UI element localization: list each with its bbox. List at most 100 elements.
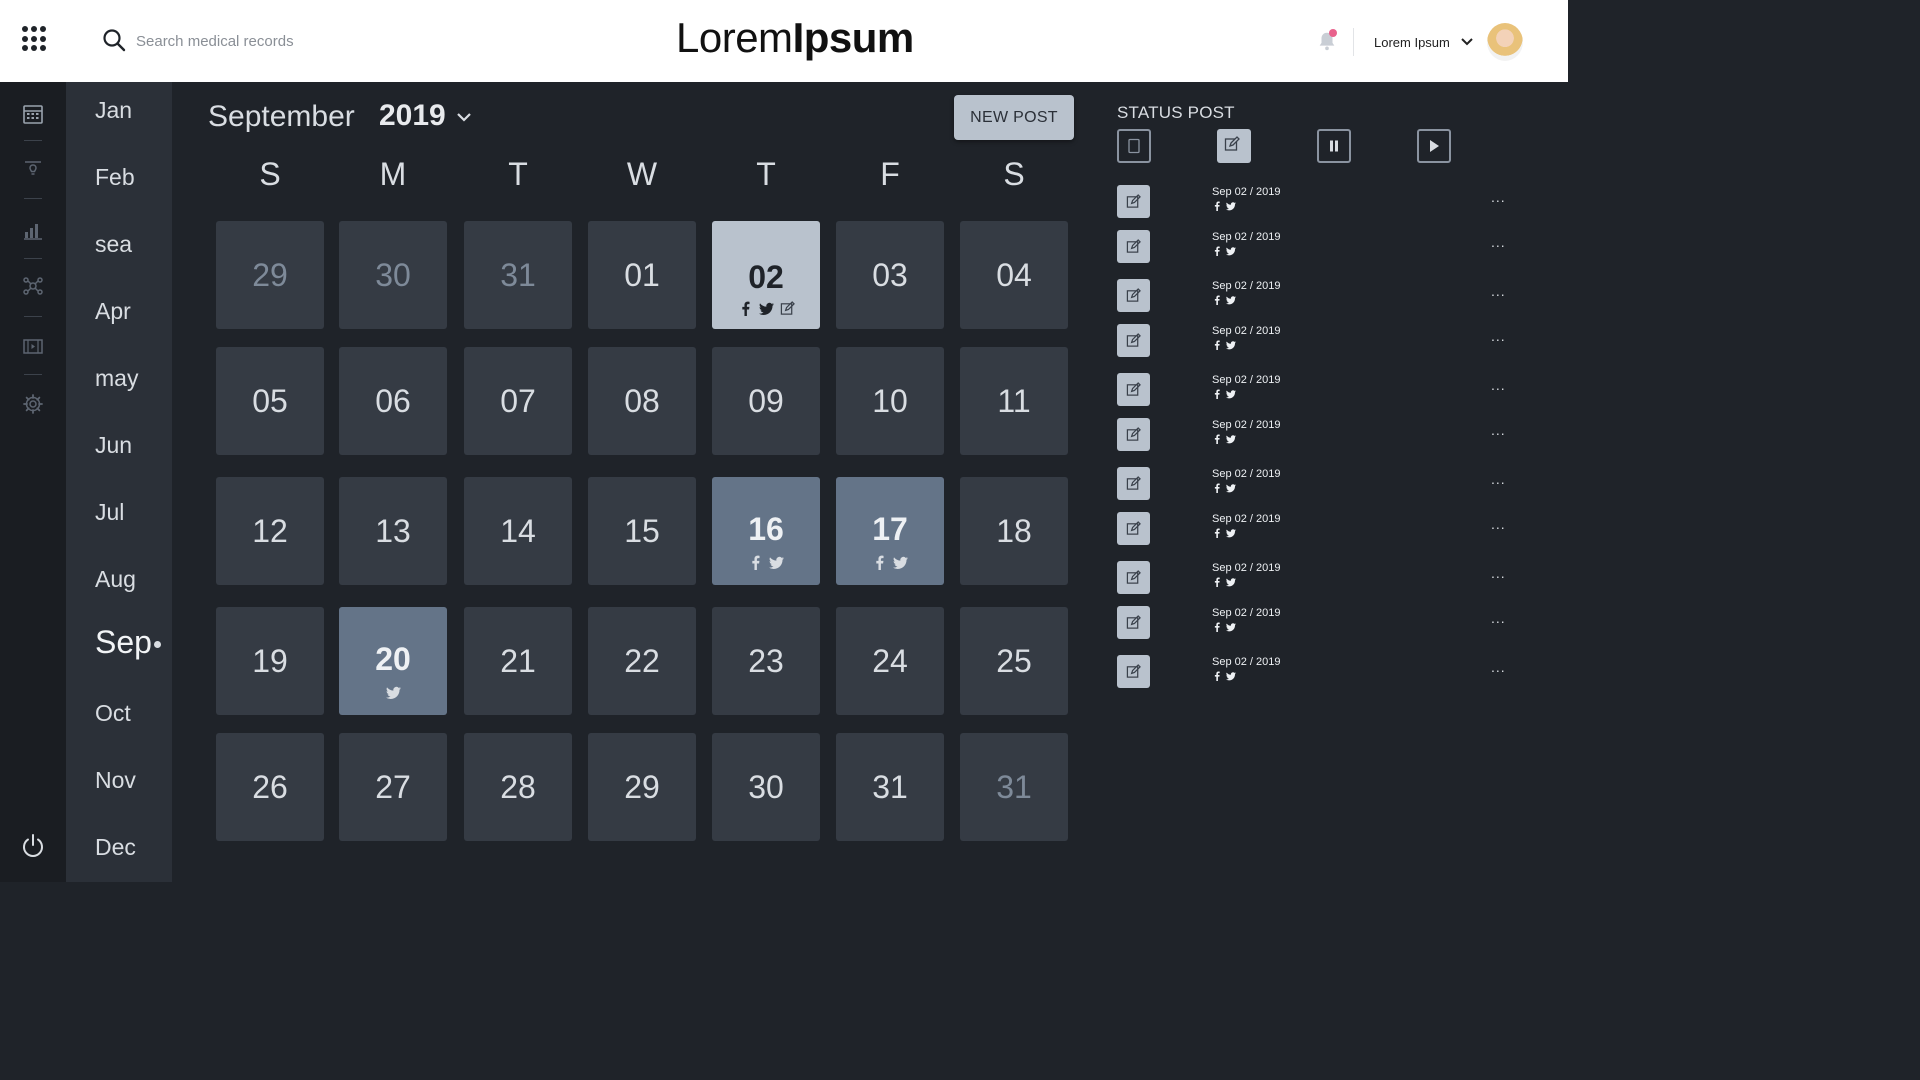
post-edit-button[interactable] [1117, 467, 1150, 500]
post-date: Sep 02 / 2019 [1212, 280, 1281, 292]
search-input[interactable] [136, 28, 436, 54]
calendar-day-cell[interactable]: 28 [464, 733, 572, 841]
calendar-day-cell[interactable]: 24 [836, 607, 944, 715]
post-edit-button[interactable] [1117, 230, 1150, 263]
post-edit-button[interactable] [1117, 418, 1150, 451]
more-options-button[interactable]: ... [1491, 516, 1506, 532]
post-edit-button[interactable] [1117, 655, 1150, 688]
month-item-apr[interactable]: Apr [95, 298, 131, 325]
calendar-day-cell[interactable]: 03 [836, 221, 944, 329]
calendar-day-cell[interactable]: 16 [712, 477, 820, 585]
more-options-button[interactable]: ... [1491, 234, 1506, 250]
calendar-day-cell[interactable]: 29 [216, 221, 324, 329]
calendar-day-cell[interactable]: 31 [464, 221, 572, 329]
chevron-down-icon[interactable] [455, 110, 473, 124]
calendar-day-cell[interactable]: 02 [712, 221, 820, 329]
month-item-feb[interactable]: Feb [95, 164, 135, 191]
post-date: Sep 02 / 2019 [1212, 562, 1281, 574]
power-icon[interactable] [19, 832, 47, 860]
more-options-button[interactable]: ... [1491, 565, 1506, 581]
network-icon[interactable] [21, 274, 45, 298]
more-options-button[interactable]: ... [1491, 610, 1506, 626]
calendar-day-cell[interactable]: 25 [960, 607, 1068, 715]
calendar-day-cell[interactable]: 04 [960, 221, 1068, 329]
month-item-aug[interactable]: Aug [95, 566, 136, 593]
calendar-day-cell[interactable]: 19 [216, 607, 324, 715]
month-item-sea[interactable]: sea [95, 231, 132, 258]
post-edit-button[interactable] [1117, 606, 1150, 639]
calendar-day-cell[interactable]: 01 [588, 221, 696, 329]
calendar-day-cell[interactable]: 22 [588, 607, 696, 715]
pause-filter-button[interactable] [1317, 129, 1351, 163]
calendar-day-cell[interactable]: 06 [339, 347, 447, 455]
facebook-icon [752, 555, 760, 570]
apps-grid-icon[interactable] [22, 26, 48, 52]
user-name[interactable]: Lorem Ipsum [1374, 35, 1450, 50]
calendar-icon[interactable] [21, 102, 45, 126]
calendar-day-cell[interactable]: 15 [588, 477, 696, 585]
month-list: Jan Feb sea Apr may Jun Jul Aug Sep Oct Nov Dec [66, 82, 172, 882]
logo-bold-text: Ipsum [792, 14, 915, 61]
calendar-day-cell[interactable]: 17 [836, 477, 944, 585]
play-filter-button[interactable] [1417, 129, 1451, 163]
calendar-day-cell[interactable]: 10 [836, 347, 944, 455]
more-options-button[interactable]: ... [1491, 189, 1506, 205]
calendar-day-cell[interactable]: 13 [339, 477, 447, 585]
month-item-sep[interactable]: Sep [95, 624, 152, 661]
month-item-jun[interactable]: Jun [95, 432, 132, 459]
gear-icon[interactable] [21, 392, 45, 416]
day-number: 13 [375, 513, 411, 549]
calendar-day-cell[interactable]: 26 [216, 733, 324, 841]
more-options-button[interactable]: ... [1491, 422, 1506, 438]
month-item-jan[interactable]: Jan [95, 97, 132, 124]
new-post-button[interactable]: NEW POST [954, 95, 1074, 140]
twitter-icon [1226, 623, 1236, 632]
facebook-icon [1214, 201, 1220, 211]
calendar-day-cell[interactable]: 09 [712, 347, 820, 455]
chevron-down-icon[interactable] [1460, 36, 1474, 48]
calendar-day-cell[interactable]: 23 [712, 607, 820, 715]
more-options-button[interactable]: ... [1491, 283, 1506, 299]
edit-filter-button[interactable] [1217, 129, 1251, 163]
post-edit-button[interactable] [1117, 373, 1150, 406]
calendar-day-cell[interactable]: 07 [464, 347, 572, 455]
month-item-oct[interactable]: Oct [95, 700, 131, 727]
month-item-dec[interactable]: Dec [95, 834, 136, 861]
post-edit-button[interactable] [1117, 279, 1150, 312]
year-selector[interactable]: 2019 [379, 99, 446, 133]
more-options-button[interactable]: ... [1491, 471, 1506, 487]
calendar-day-cell[interactable]: 31 [960, 733, 1068, 841]
calendar-day-cell[interactable]: 08 [588, 347, 696, 455]
twitter-icon [385, 686, 401, 699]
lamp-icon[interactable] [21, 158, 45, 182]
facebook-icon [1214, 577, 1220, 587]
calendar-day-cell[interactable]: 05 [216, 347, 324, 455]
calendar-day-cell[interactable]: 14 [464, 477, 572, 585]
calendar-day-cell[interactable]: 31 [836, 733, 944, 841]
calendar-day-cell[interactable]: 11 [960, 347, 1068, 455]
calendar-day-cell[interactable]: 30 [339, 221, 447, 329]
search-icon[interactable] [102, 28, 126, 52]
avatar[interactable] [1487, 23, 1523, 61]
post-edit-button[interactable] [1117, 512, 1150, 545]
bar-chart-icon[interactable] [21, 218, 45, 242]
calendar-day-cell[interactable]: 30 [712, 733, 820, 841]
calendar-day-cell[interactable]: 29 [588, 733, 696, 841]
post-edit-button[interactable] [1117, 561, 1150, 594]
month-item-nov[interactable]: Nov [95, 767, 136, 794]
calendar-day-cell[interactable]: 12 [216, 477, 324, 585]
calendar-day-cell[interactable]: 21 [464, 607, 572, 715]
media-icon[interactable] [21, 334, 45, 358]
calendar-day-cell[interactable]: 18 [960, 477, 1068, 585]
post-edit-button[interactable] [1117, 324, 1150, 357]
more-options-button[interactable]: ... [1491, 377, 1506, 393]
more-options-button[interactable]: ... [1491, 659, 1506, 675]
day-number: 26 [252, 769, 288, 805]
draft-filter-button[interactable] [1117, 129, 1151, 163]
post-edit-button[interactable] [1117, 185, 1150, 218]
calendar-day-cell[interactable]: 27 [339, 733, 447, 841]
month-item-may[interactable]: may [95, 365, 138, 392]
more-options-button[interactable]: ... [1491, 328, 1506, 344]
month-item-jul[interactable]: Jul [95, 499, 124, 526]
calendar-day-cell[interactable]: 20 [339, 607, 447, 715]
